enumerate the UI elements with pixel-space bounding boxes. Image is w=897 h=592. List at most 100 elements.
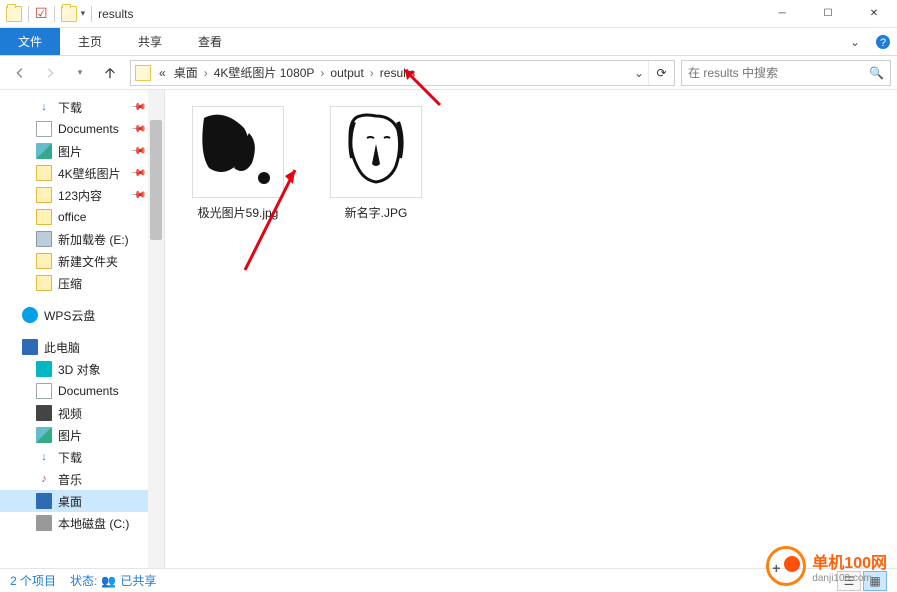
pin-icon: 📌 bbox=[129, 143, 146, 160]
nav-recent-button[interactable]: ▾ bbox=[66, 59, 94, 87]
breadcrumb-item[interactable]: results bbox=[376, 61, 419, 85]
tree-node[interactable]: 4K壁纸图片📌 bbox=[0, 162, 164, 184]
tree-node-label: 视频 bbox=[58, 405, 82, 422]
tab-file[interactable]: 文件 bbox=[0, 28, 60, 55]
breadcrumb-item[interactable]: 桌面 bbox=[170, 61, 202, 85]
tree-node[interactable]: 桌面 bbox=[0, 490, 164, 512]
tree-node[interactable]: 图片📌 bbox=[0, 140, 164, 162]
chevron-right-icon[interactable]: › bbox=[202, 66, 210, 80]
tree-node[interactable]: 音乐 bbox=[0, 468, 164, 490]
nav-back-button[interactable] bbox=[6, 59, 34, 87]
vid-icon bbox=[36, 405, 52, 421]
tree-node[interactable]: 视频 bbox=[0, 402, 164, 424]
nav-forward-button[interactable] bbox=[36, 59, 64, 87]
img-icon bbox=[36, 143, 52, 159]
dl-icon bbox=[36, 99, 52, 115]
tree-node[interactable]: WPS云盘 bbox=[0, 304, 164, 326]
tree-node-label: 此电脑 bbox=[44, 339, 80, 356]
folder-icon bbox=[36, 253, 52, 269]
help-icon[interactable]: ? bbox=[869, 28, 897, 55]
file-item[interactable]: 新名字.JPG bbox=[321, 106, 431, 221]
people-icon: 👥 bbox=[101, 574, 116, 588]
pin-icon: 📌 bbox=[129, 99, 146, 116]
pin-icon: 📌 bbox=[129, 121, 146, 138]
minimize-button[interactable]: ─ bbox=[759, 0, 805, 28]
tree-node[interactable]: 新建文件夹 bbox=[0, 250, 164, 272]
file-thumbnail bbox=[330, 106, 422, 198]
pin-icon: 📌 bbox=[129, 187, 146, 204]
tree-node-label: Documents bbox=[58, 384, 119, 398]
tree-node[interactable]: 123内容 📌 bbox=[0, 184, 164, 206]
window-title: results bbox=[98, 7, 133, 21]
maximize-button[interactable]: ☐ bbox=[805, 0, 851, 28]
search-box[interactable]: 🔍 bbox=[681, 60, 891, 86]
tree-node-label: 压缩 bbox=[58, 275, 82, 292]
tree-node-label: 新建文件夹 bbox=[58, 253, 118, 270]
separator bbox=[54, 6, 55, 22]
watermark-logo-icon: + bbox=[766, 546, 806, 586]
tab-home[interactable]: 主页 bbox=[60, 28, 120, 55]
file-item[interactable]: 极光图片59.jpg bbox=[183, 106, 293, 221]
quick-access-toolbar: ☑ ▾ bbox=[0, 5, 94, 22]
address-box[interactable]: « 桌面 › 4K壁纸图片 1080P › output › results ⌄… bbox=[130, 60, 675, 86]
ribbon-collapse-icon[interactable]: ⌄ bbox=[841, 28, 869, 55]
search-icon[interactable]: 🔍 bbox=[869, 66, 884, 80]
file-thumbnail bbox=[192, 106, 284, 198]
folder-icon bbox=[36, 187, 52, 203]
pc-icon bbox=[22, 339, 38, 355]
tree-node-label: WPS云盘 bbox=[44, 307, 95, 324]
chevron-right-icon[interactable]: › bbox=[368, 66, 376, 80]
tab-share[interactable]: 共享 bbox=[120, 28, 180, 55]
svg-text:?: ? bbox=[880, 37, 886, 49]
chevron-right-icon[interactable]: › bbox=[318, 66, 326, 80]
status-bar: 2 个项目 状态: 👥 已共享 ☰ ▦ bbox=[0, 568, 897, 592]
address-dropdown-icon[interactable]: ⌄ bbox=[630, 66, 648, 80]
nav-up-button[interactable] bbox=[96, 59, 124, 87]
tree-node-label: 123内容 bbox=[58, 187, 102, 204]
tree-node[interactable]: Documents bbox=[0, 380, 164, 402]
tab-view[interactable]: 查看 bbox=[180, 28, 240, 55]
scrollbar[interactable] bbox=[148, 90, 164, 568]
wps-icon bbox=[22, 307, 38, 323]
folder-icon bbox=[135, 65, 151, 81]
tree-node[interactable]: 下载 📌 bbox=[0, 96, 164, 118]
breadcrumb-item[interactable]: output bbox=[326, 61, 367, 85]
status-sharing: 状态: 👥 已共享 bbox=[70, 572, 156, 589]
pin-icon: 📌 bbox=[129, 165, 146, 182]
tree-node[interactable]: 本地磁盘 (C:) bbox=[0, 512, 164, 534]
tree-node[interactable]: Documents 📌 bbox=[0, 118, 164, 140]
tree-node-label: 下载 bbox=[58, 449, 82, 466]
tree-node[interactable]: office bbox=[0, 206, 164, 228]
img-icon bbox=[36, 427, 52, 443]
address-bar-row: ▾ « 桌面 › 4K壁纸图片 1080P › output › results… bbox=[0, 56, 897, 90]
breadcrumb-item[interactable]: 4K壁纸图片 1080P bbox=[210, 61, 319, 85]
tree-node-label: 3D 对象 bbox=[58, 361, 101, 378]
tree-node-label: 图片 bbox=[58, 427, 82, 444]
breadcrumb-overflow[interactable]: « bbox=[155, 61, 170, 85]
folder-icon bbox=[36, 209, 52, 225]
tree-node[interactable]: 3D 对象 bbox=[0, 358, 164, 380]
tree-node[interactable]: 此电脑 bbox=[0, 336, 164, 358]
tree-node-label: office bbox=[58, 210, 86, 224]
tree-node[interactable]: 压缩 bbox=[0, 272, 164, 294]
window-controls: ─ ☐ ✕ bbox=[759, 0, 897, 28]
music-icon bbox=[36, 471, 52, 487]
body: 下载📌Documents📌图片📌4K壁纸图片📌123内容📌office新加载卷 … bbox=[0, 90, 897, 568]
tree-node[interactable]: 下载 bbox=[0, 446, 164, 468]
watermark-brand: 单机100网 bbox=[812, 549, 887, 573]
search-input[interactable] bbox=[688, 66, 869, 80]
qat-checkbox-icon[interactable]: ☑ bbox=[35, 5, 48, 22]
close-button[interactable]: ✕ bbox=[851, 0, 897, 28]
qat-dropdown-icon[interactable]: ▾ bbox=[81, 8, 86, 19]
tree-node[interactable]: 图片 bbox=[0, 424, 164, 446]
titlebar: ☑ ▾ results ─ ☐ ✕ bbox=[0, 0, 897, 28]
tree-node-label: Documents bbox=[58, 122, 119, 136]
content-pane[interactable]: 极光图片59.jpg 新名字.JPG bbox=[165, 90, 897, 568]
tree-node[interactable]: 新加载卷 (E:) bbox=[0, 228, 164, 250]
refresh-button[interactable]: ⟳ bbox=[648, 61, 674, 85]
scrollbar-thumb[interactable] bbox=[150, 120, 162, 240]
desk-icon bbox=[36, 493, 52, 509]
nav-tree[interactable]: 下载📌Documents📌图片📌4K壁纸图片📌123内容📌office新加载卷 … bbox=[0, 90, 165, 568]
tree-node-label: 下载 bbox=[58, 99, 82, 116]
tree-node-label: 本地磁盘 (C:) bbox=[58, 515, 129, 532]
